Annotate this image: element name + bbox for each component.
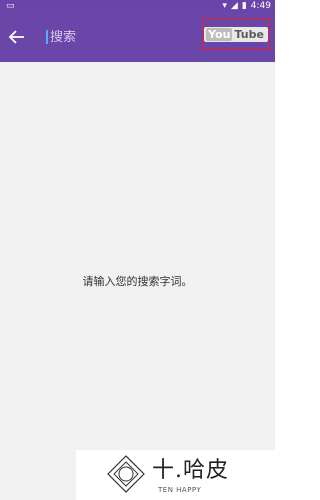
- watermark: 十.哈皮 TEN HAPPY: [76, 450, 275, 500]
- watermark-logo-icon: [107, 455, 145, 493]
- youtube-logo-you: You: [206, 27, 233, 41]
- status-time: 4:49: [250, 1, 271, 11]
- search-input[interactable]: [50, 29, 170, 45]
- status-bar: ▭ ▾ ◢ ▮ 4:49: [0, 0, 275, 12]
- notification-icon: ▭: [6, 1, 15, 11]
- search-hint-text: 请输入您的搜索字词。: [82, 275, 193, 288]
- watermark-title: 十.哈皮: [152, 458, 229, 483]
- watermark-subtitle: TEN HAPPY: [158, 486, 202, 494]
- youtube-logo: You Tube: [204, 26, 268, 42]
- search-screen: ▭ ▾ ◢ ▮ 4:49 You Tube 请输入您的搜索字词。: [0, 0, 275, 500]
- signal-icon: ◢: [230, 1, 238, 11]
- youtube-button[interactable]: You Tube: [202, 18, 270, 50]
- youtube-logo-tube: Tube: [234, 27, 264, 41]
- battery-icon: ▮: [241, 1, 247, 11]
- status-icons: ▾ ◢ ▮ 4:49: [222, 0, 271, 12]
- wifi-icon: ▾: [222, 1, 227, 11]
- text-cursor: [46, 30, 48, 44]
- back-button[interactable]: [6, 26, 28, 48]
- app-bar: You Tube: [0, 12, 275, 62]
- arrow-left-icon: [8, 30, 24, 44]
- search-area[interactable]: [46, 26, 170, 48]
